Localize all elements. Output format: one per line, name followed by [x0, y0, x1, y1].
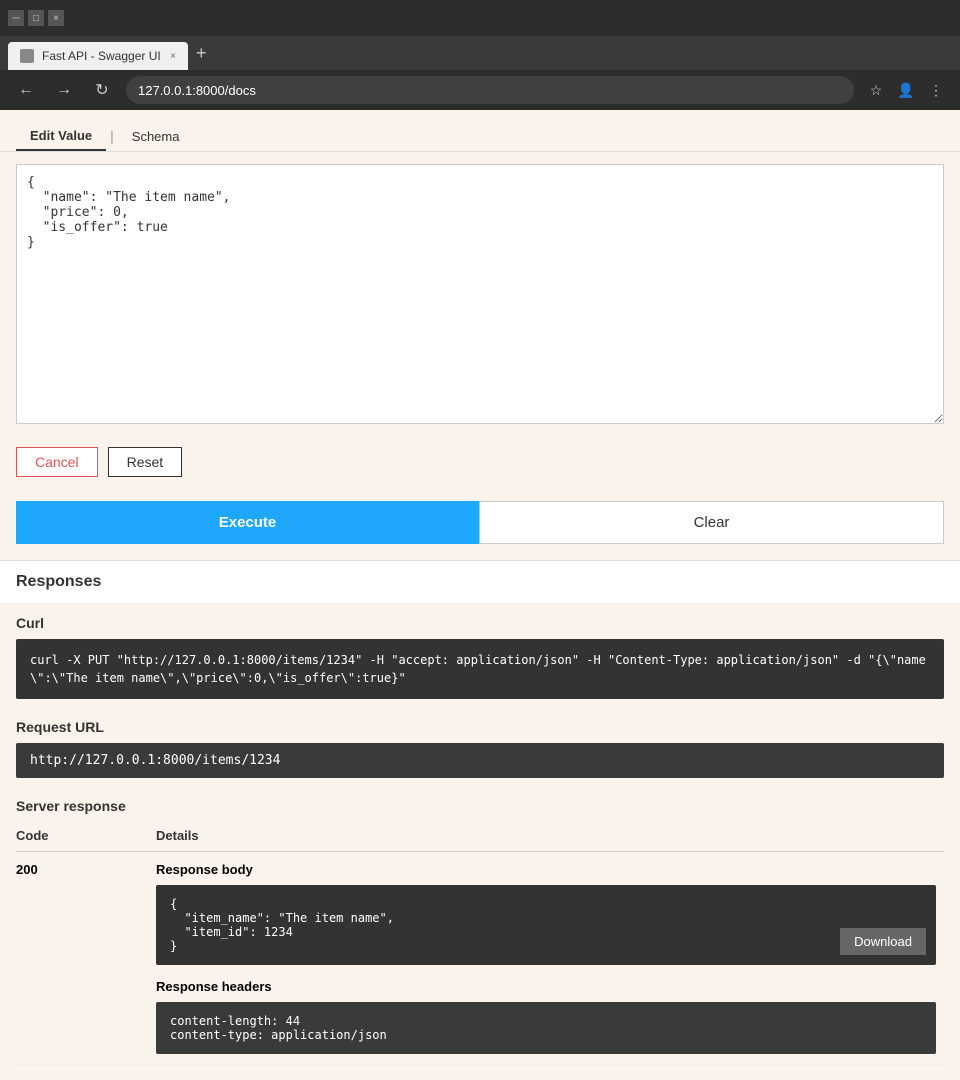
- server-response-title: Server response: [16, 798, 944, 814]
- details-header: Details: [156, 824, 944, 852]
- tab-title: Fast API - Swagger UI: [42, 49, 161, 63]
- tab-edit-value[interactable]: Edit Value: [16, 122, 106, 151]
- address-bar: ← → ↻ ☆ 👤 ⋮: [0, 70, 960, 110]
- new-tab-button[interactable]: +: [188, 39, 215, 68]
- response-headers-label: Response headers: [156, 979, 936, 994]
- tab-schema[interactable]: Schema: [118, 122, 194, 151]
- tab-bar: Fast API - Swagger UI × +: [0, 36, 960, 70]
- forward-button[interactable]: →: [50, 76, 78, 104]
- request-url-label: Request URL: [16, 719, 944, 735]
- responses-title: Responses: [16, 573, 944, 591]
- clear-button[interactable]: Clear: [479, 501, 944, 544]
- reset-button[interactable]: Reset: [108, 447, 183, 477]
- json-editor[interactable]: [16, 164, 944, 424]
- refresh-button[interactable]: ↻: [88, 76, 116, 104]
- window-controls[interactable]: ─ □ ×: [8, 10, 64, 26]
- tab-favicon: [20, 49, 34, 63]
- maximize-button[interactable]: □: [28, 10, 44, 26]
- cancel-button[interactable]: Cancel: [16, 447, 98, 477]
- bookmark-icon[interactable]: ☆: [864, 78, 888, 102]
- close-button[interactable]: ×: [48, 10, 64, 26]
- responses-section: Responses: [0, 560, 960, 603]
- address-input[interactable]: [126, 76, 854, 104]
- server-response-section: Server response Code Details 200 Respons…: [0, 790, 960, 1073]
- response-details: Response body { "item_name": "The item n…: [156, 852, 944, 1065]
- execute-button[interactable]: Execute: [16, 501, 479, 544]
- code-header: Code: [16, 824, 156, 852]
- page-content: Edit Value | Schema Cancel Reset Execute…: [0, 110, 960, 1080]
- tab-close-button[interactable]: ×: [170, 51, 176, 62]
- execute-clear-bar: Execute Clear: [16, 501, 944, 544]
- curl-label: Curl: [16, 615, 944, 631]
- value-schema-tabs: Edit Value | Schema: [0, 110, 960, 152]
- title-bar: ─ □ ×: [0, 0, 960, 36]
- table-row: 200 Response body { "item_name": "The it…: [16, 852, 944, 1065]
- minimize-button[interactable]: ─: [8, 10, 24, 26]
- response-code: 200: [16, 852, 156, 1065]
- curl-section: Curl curl -X PUT "http://127.0.0.1:8000/…: [0, 603, 960, 711]
- buttons-row: Cancel Reset: [0, 439, 960, 493]
- server-response-table: Code Details 200 Response body { "item_n…: [16, 824, 944, 1065]
- json-editor-wrap: [0, 152, 960, 439]
- response-body-label: Response body: [156, 862, 936, 877]
- response-body-value: { "item_name": "The item name", "item_id…: [170, 897, 394, 953]
- toolbar-icons: ☆ 👤 ⋮: [864, 78, 948, 102]
- active-tab[interactable]: Fast API - Swagger UI ×: [8, 42, 188, 70]
- download-button[interactable]: Download: [840, 928, 926, 955]
- menu-icon[interactable]: ⋮: [924, 78, 948, 102]
- request-url-section: Request URL http://127.0.0.1:8000/items/…: [0, 711, 960, 790]
- tab-divider: |: [106, 122, 118, 151]
- profile-icon[interactable]: 👤: [894, 78, 918, 102]
- request-url-value: http://127.0.0.1:8000/items/1234: [16, 743, 944, 778]
- back-button[interactable]: ←: [12, 76, 40, 104]
- headers-box: content-length: 44 content-type: applica…: [156, 1002, 936, 1054]
- response-body-box: { "item_name": "The item name", "item_id…: [156, 885, 936, 965]
- headers-content: content-length: 44 content-type: applica…: [170, 1014, 387, 1042]
- curl-value: curl -X PUT "http://127.0.0.1:8000/items…: [16, 639, 944, 699]
